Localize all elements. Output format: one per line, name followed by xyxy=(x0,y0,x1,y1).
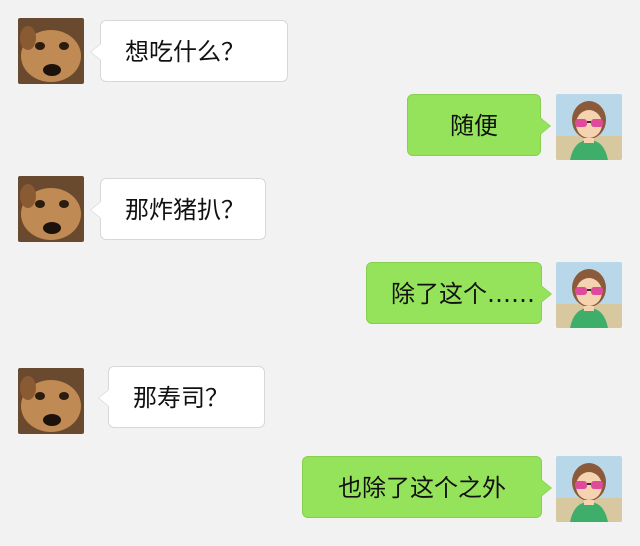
bubble-tail xyxy=(98,389,109,407)
bubble-tail xyxy=(90,201,101,219)
bubble-tail xyxy=(541,285,552,303)
bubble-tail xyxy=(541,479,552,497)
message-text: 随便 xyxy=(450,112,498,140)
message-text: 也除了这个之外 xyxy=(338,474,506,502)
bubble-tail xyxy=(90,43,101,61)
dog-avatar-icon[interactable] xyxy=(18,176,84,242)
incoming-message-bubble[interactable]: 那寿司？ xyxy=(98,366,265,428)
girl-sunglasses-avatar-icon[interactable] xyxy=(556,262,622,328)
message-text: 那炸猪扒？ xyxy=(125,196,245,224)
outgoing-message-bubble[interactable]: 除了这个…… xyxy=(366,262,552,324)
outgoing-message-bubble[interactable]: 也除了这个之外 xyxy=(302,456,552,518)
outgoing-message-bubble[interactable]: 随便 xyxy=(407,94,551,156)
chat-conversation: 想吃什么？ 随便 那炸猪扒？ 除了这个…… 那寿司？ 也除了这个之外 xyxy=(0,0,640,546)
message-text: 除了这个…… xyxy=(391,280,535,308)
girl-sunglasses-avatar-icon[interactable] xyxy=(556,456,622,522)
incoming-message-bubble[interactable]: 那炸猪扒？ xyxy=(90,178,266,240)
incoming-message-bubble[interactable]: 想吃什么？ xyxy=(90,20,288,82)
dog-avatar-icon[interactable] xyxy=(18,368,84,434)
bubble-tail xyxy=(540,117,551,135)
message-text: 想吃什么？ xyxy=(125,38,245,66)
girl-sunglasses-avatar-icon[interactable] xyxy=(556,94,622,160)
dog-avatar-icon[interactable] xyxy=(18,18,84,84)
message-text: 那寿司？ xyxy=(133,384,229,412)
